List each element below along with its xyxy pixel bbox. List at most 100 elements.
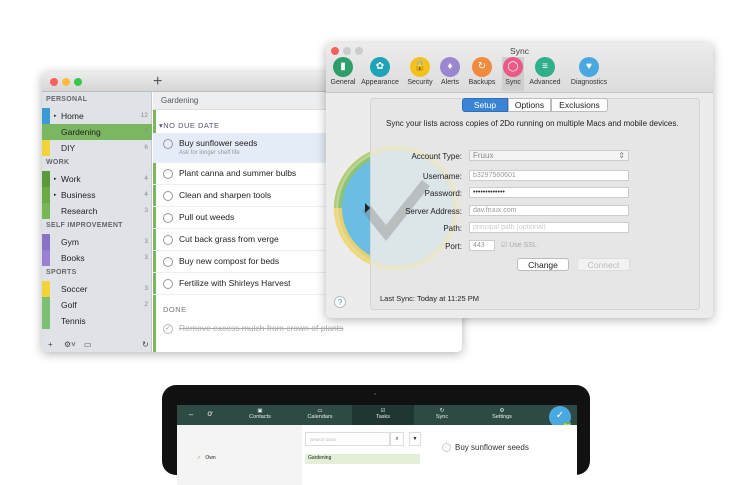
use-ssl-checkbox[interactable]: ☑ Use SSL <box>501 241 537 249</box>
task-title: Remove excess mulch from crown of plants <box>179 323 344 333</box>
sidebar-item-research[interactable]: Research 3 <box>42 203 152 219</box>
sidebar-section-header: SELF IMPROVEMENT <box>46 222 123 229</box>
account-type-label: Account Type: <box>411 152 462 161</box>
sidebar-item-label: Soccer <box>61 284 88 294</box>
zoom-button[interactable] <box>74 78 82 86</box>
task-title: Plant canna and summer bulbs <box>179 168 297 178</box>
sidebar-item-business[interactable]: ▸ Business 4 <box>42 187 152 203</box>
item-count: 3 <box>144 254 148 261</box>
toolbar-security[interactable]: 🔒 Security <box>404 57 436 91</box>
gear-icon[interactable]: ⚙˅ <box>64 340 76 349</box>
search-icon[interactable]: ⌕ <box>390 432 404 446</box>
disclosure-arrow-icon[interactable]: ▸ <box>54 108 57 124</box>
sidebar-item-label: Gym <box>61 237 79 247</box>
task-checkbox[interactable] <box>163 279 173 289</box>
help-button[interactable]: ? <box>334 296 346 308</box>
sidebar-item-own[interactable]: ✓ Own <box>197 455 216 461</box>
sidebar-item-label: Work <box>61 174 81 184</box>
task-checkbox[interactable]: ✓ <box>442 443 451 452</box>
minimize-button[interactable] <box>62 78 70 86</box>
calendar-icon[interactable]: ▭ <box>84 340 92 349</box>
toolbar-sync[interactable]: ◯ Sync <box>502 57 524 91</box>
task-checkbox[interactable] <box>163 257 173 267</box>
disclosure-arrow-icon[interactable]: ▸ <box>54 171 57 187</box>
use-ssl-label: Use SSL <box>509 242 537 249</box>
task-checkbox[interactable] <box>163 139 173 149</box>
list-color-bar <box>42 313 50 329</box>
sidebar-item-soccer[interactable]: Soccer 3 <box>42 281 152 297</box>
sidebar-section-header: WORK <box>46 159 70 166</box>
nav-contacts[interactable]: ▣ Contacts <box>235 405 285 425</box>
server-field[interactable]: dav.fruux.com <box>469 205 629 216</box>
account-type-select[interactable]: Fruux ⇕ <box>469 150 629 161</box>
plus-icon[interactable]: + <box>48 340 53 349</box>
close-button[interactable] <box>50 78 58 86</box>
list-color-bar <box>42 281 50 297</box>
task-title: Buy sunflower seeds <box>179 138 258 148</box>
password-label: Password: <box>424 189 462 198</box>
checked-icon[interactable]: ✓ <box>163 324 173 334</box>
toolbar-backups[interactable]: ↻ Backups <box>464 57 500 91</box>
sidebar-item-diy[interactable]: DIY 6 <box>42 140 152 156</box>
sidebar-item-books[interactable]: Books 3 <box>42 250 152 266</box>
task-checkbox[interactable] <box>163 191 173 201</box>
password-field[interactable]: ••••••••••••• <box>469 187 629 198</box>
sidebar-item-gym[interactable]: Gym 3 <box>42 234 152 250</box>
sidebar-toolbar: + ⚙˅ ▭ ↻ <box>42 340 152 352</box>
task-checkbox[interactable] <box>163 213 173 223</box>
item-count: 4 <box>144 175 148 182</box>
general-icon: ▮ <box>333 57 353 77</box>
toolbar-label: General <box>330 79 356 86</box>
menu-icon[interactable]: – <box>185 405 197 425</box>
toolbar-label: Backups <box>468 79 496 86</box>
web-app-nav: – ơ ▣ Contacts ▭ Calendars ☑ Tasks ↻ Sync ⚙ Setti… <box>177 405 577 428</box>
toolbar-alerts[interactable]: ♦ Alerts <box>438 57 462 91</box>
sidebar-item-golf[interactable]: Golf 2 <box>42 297 152 313</box>
advanced-icon: ≡ <box>535 57 555 77</box>
connect-button[interactable]: Connect <box>577 258 630 271</box>
sidebar-item-gardening[interactable]: Gardening 7 <box>42 124 152 140</box>
task-checkbox[interactable] <box>163 235 173 245</box>
sidebar-item-home[interactable]: ▸ Home 12 <box>42 108 152 124</box>
plus-icon[interactable]: + <box>153 72 162 92</box>
nav-calendars[interactable]: ▭ Calendars <box>295 405 345 425</box>
port-field[interactable]: 443 <box>469 240 495 251</box>
tab-options[interactable]: Options <box>508 98 551 112</box>
sync-icon[interactable]: ↻ <box>142 340 149 349</box>
username-field[interactable]: b3297560601 <box>469 170 629 181</box>
chevron-updown-icon: ⇕ <box>618 151 625 160</box>
toolbar-label: Diagnostics <box>570 79 608 86</box>
task-checkbox[interactable] <box>163 169 173 179</box>
toolbar-label: Alerts <box>441 79 459 86</box>
task-title: Fertilize with Shirleys Harvest <box>179 278 291 288</box>
sidebar-section-header: PERSONAL <box>46 96 88 103</box>
sidebar-item-label: Golf <box>61 300 77 310</box>
sync-icon: ◯ <box>503 57 523 77</box>
nav-sync[interactable]: ↻ Sync <box>417 405 467 425</box>
sidebar-item-tennis[interactable]: Tennis <box>42 313 152 329</box>
sidebar-item-work[interactable]: ▸ Work 4 <box>42 171 152 187</box>
tab-setup[interactable]: Setup <box>462 98 508 112</box>
search-input[interactable]: Search tasks <box>305 432 390 446</box>
nav-tasks[interactable]: ☑ Tasks <box>352 405 414 425</box>
filter-icon[interactable]: ▼ <box>409 432 421 446</box>
list-color-bar <box>42 234 50 250</box>
toolbar-label: Security <box>407 79 433 86</box>
toolbar: Sync ▮ General ✿ Appearance 🔒 Security ♦ Alerts… <box>326 43 713 93</box>
toolbar-advanced[interactable]: ≡ Advanced <box>526 57 564 91</box>
nav-settings[interactable]: ⚙ Settings <box>477 405 527 425</box>
change-button[interactable]: Change <box>517 258 569 271</box>
task-title: Cut back grass from verge <box>179 234 279 244</box>
disclosure-arrow-icon[interactable]: ▸ <box>54 187 57 203</box>
item-count: 6 <box>144 144 148 151</box>
sidebar-item-label: Research <box>61 206 98 216</box>
tab-exclusions[interactable]: Exclusions <box>551 98 608 112</box>
sidebar-item-label: Business <box>61 190 96 200</box>
done-task[interactable]: ✓ Remove excess mulch from crown of plan… <box>153 318 462 340</box>
toolbar-appearance[interactable]: ✿ Appearance <box>358 57 402 91</box>
done-header: DONE <box>163 305 187 314</box>
toolbar-general[interactable]: ▮ General <box>330 57 356 91</box>
path-field[interactable]: principal path (optional) <box>469 222 629 233</box>
toolbar-diagnostics[interactable]: ♥ Diagnostics <box>566 57 612 91</box>
list-color-bar <box>42 250 50 266</box>
